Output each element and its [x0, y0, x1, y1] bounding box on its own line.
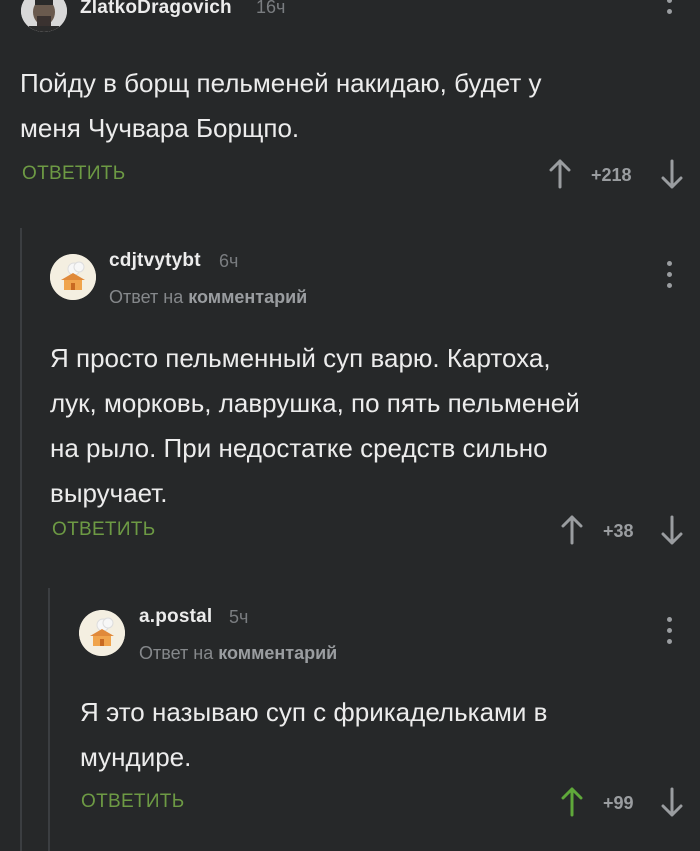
reply-to-label: Ответ на комментарий — [139, 643, 337, 664]
vote-score: +218 — [591, 165, 632, 185]
reply-to-prefix: Ответ на — [139, 643, 214, 663]
more-vertical-dots-icon[interactable] — [667, 261, 673, 288]
downvote-arrow-icon[interactable] — [661, 787, 683, 817]
avatar-default-house-icon — [50, 254, 96, 300]
avatar-photo-icon — [21, 0, 67, 32]
vote-score: +99 — [603, 793, 634, 813]
reply-to-prefix: Ответ на — [109, 287, 184, 307]
comment-text: Я это называю суп с фрикадельками в мунд… — [80, 690, 690, 780]
comment-time: 5ч — [229, 607, 249, 627]
comment-text-line: лук, морковь, лаврушка, по пять пельмене… — [50, 388, 580, 418]
comment-text-line: меня Чучвара Борщпо. — [20, 113, 300, 143]
comment-time: 6ч — [219, 251, 239, 271]
comment-text-line: выручает. — [50, 478, 168, 508]
comment-author[interactable]: ZlatkoDragovich — [80, 0, 232, 19]
avatar-default-house-icon — [79, 610, 125, 656]
comment-text-line: Я просто пельменный суп варю. Картоха, — [50, 343, 551, 373]
reply-button[interactable]: ОТВЕТИТЬ — [52, 519, 155, 541]
vote-score: +38 — [603, 521, 634, 541]
avatar[interactable] — [50, 254, 96, 300]
upvote-arrow-icon[interactable] — [561, 787, 583, 817]
comment-author[interactable]: a.postal — [139, 606, 212, 628]
comment-text-line: Я это называю суп с фрикадельками в — [80, 697, 548, 727]
comment-text: Пойду в борщ пельменей накидаю, будет у … — [20, 61, 680, 151]
comment-text-line: мундире. — [80, 742, 192, 772]
thread-line-level-2[interactable] — [48, 588, 50, 851]
comment-text-line: на рыло. При недостатке средств сильно — [50, 433, 548, 463]
downvote-arrow-icon[interactable] — [661, 515, 683, 545]
comment-text-line: Пойду в борщ пельменей накидаю, будет у — [20, 68, 542, 98]
thread-line-level-1[interactable] — [20, 228, 22, 851]
downvote-arrow-icon[interactable] — [661, 159, 683, 189]
upvote-arrow-icon[interactable] — [561, 515, 583, 545]
more-vertical-dots-icon[interactable] — [667, 617, 673, 644]
comment-text: Я просто пельменный суп варю. Картоха, л… — [50, 336, 690, 516]
more-vertical-dots-icon[interactable] — [667, 0, 673, 14]
avatar[interactable] — [21, 0, 67, 32]
reply-to-label: Ответ на комментарий — [109, 287, 307, 308]
upvote-arrow-icon[interactable] — [549, 159, 571, 189]
reply-button[interactable]: ОТВЕТИТЬ — [22, 163, 125, 185]
avatar[interactable] — [79, 610, 125, 656]
reply-button[interactable]: ОТВЕТИТЬ — [81, 791, 184, 813]
reply-to-link[interactable]: комментарий — [218, 643, 337, 663]
reply-to-link[interactable]: комментарий — [188, 287, 307, 307]
comment-author[interactable]: cdjtvytybt — [109, 250, 201, 272]
comment-time: 16ч — [256, 0, 286, 17]
